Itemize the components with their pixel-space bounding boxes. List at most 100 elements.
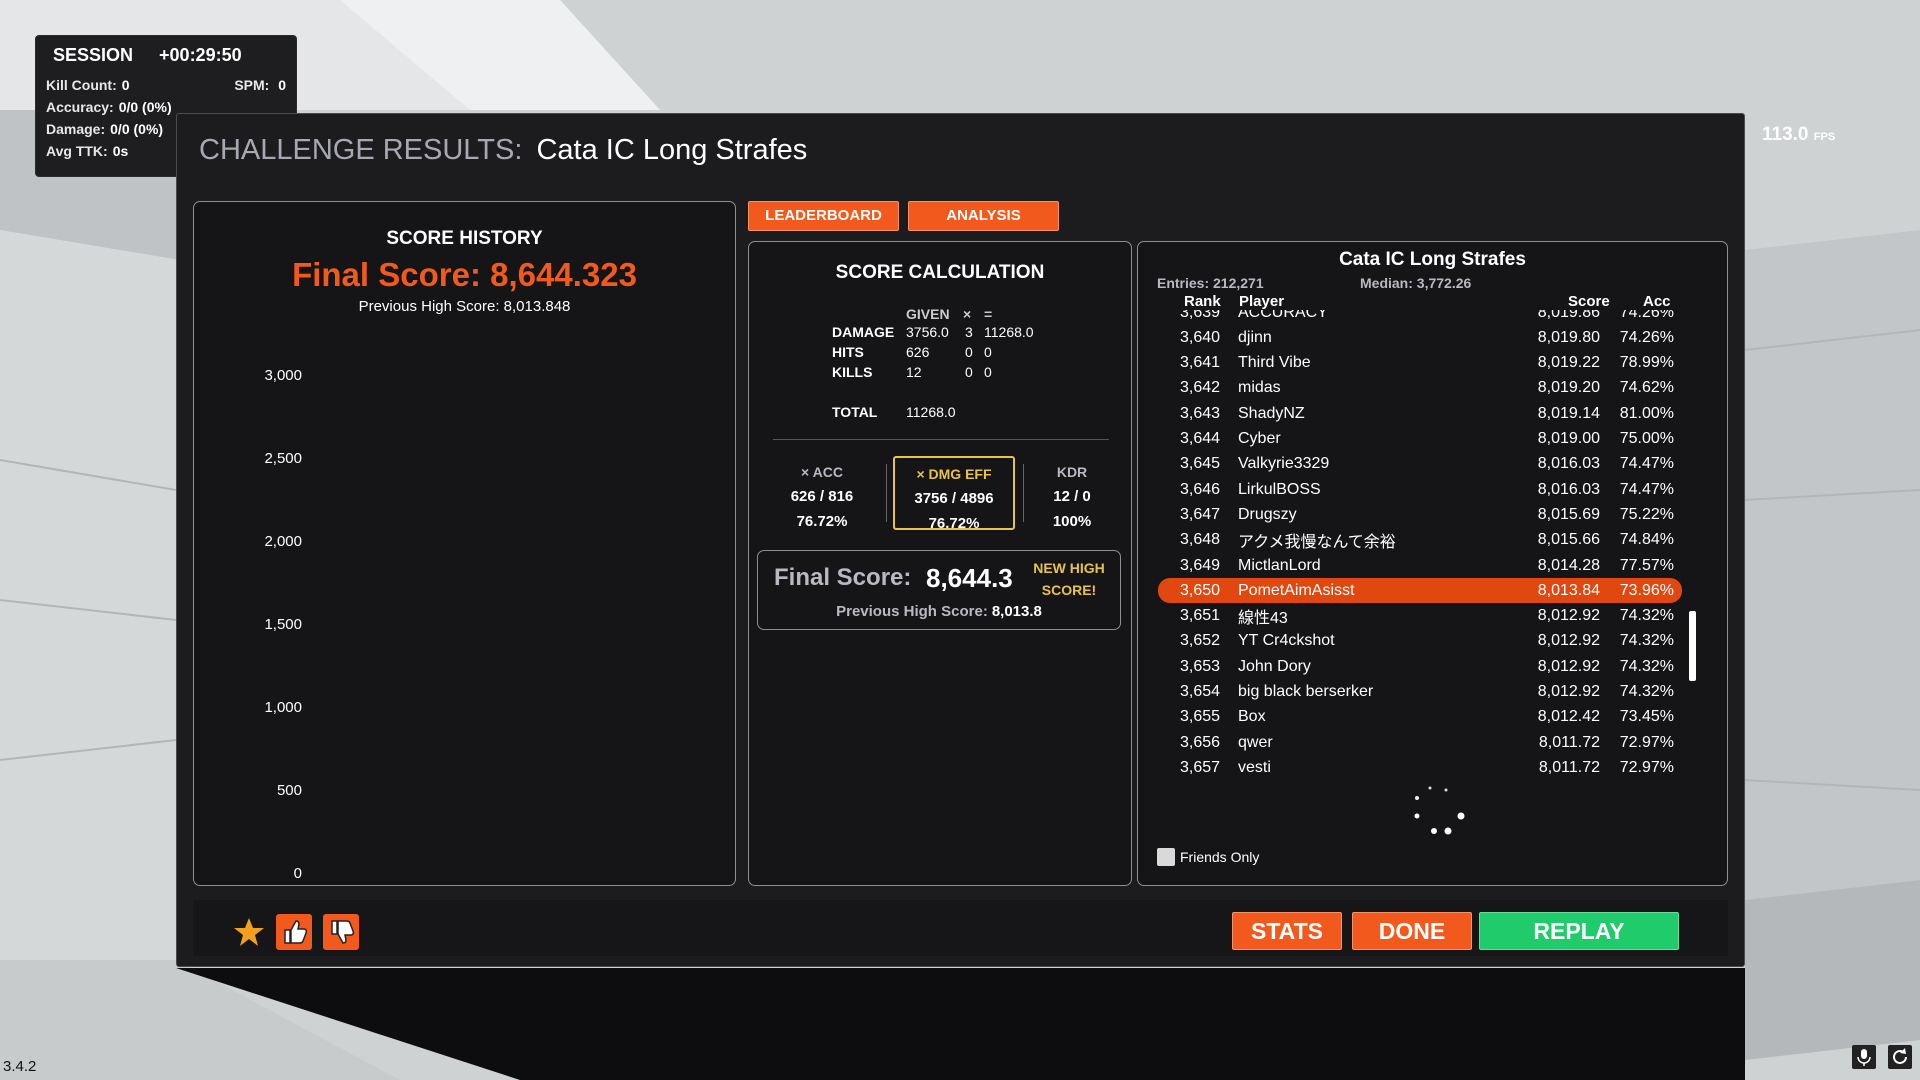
previous-high-score: Previous High Score: 8,013.8 [758,603,1120,620]
leaderboard-row[interactable]: 3,644 Cyber 8,019.00 75.00% [1158,427,1682,452]
history-previous-high: Previous High Score: 8,013.848 [358,298,571,315]
leaderboard-row[interactable]: 3,657 vesti 8,011.72 72.97% [1158,755,1682,775]
kdr-percent: 100% [1052,513,1092,530]
kdr-label: KDR [1056,464,1088,480]
player-cell: 線性43 [1238,610,1288,628]
leaderboard-row-current-player[interactable]: 3,650 PometAimAsisst 8,013.84 73.96% [1158,578,1682,604]
result-header: = [984,306,993,322]
y-tick-label: 3,000 [264,367,302,384]
score-calculation-title: SCORE CALCULATION [835,262,1045,283]
favorite-star-icon[interactable] [231,914,267,950]
friends-only-checkbox[interactable] [1157,848,1175,866]
score-cell: 8,012.42 [1537,708,1600,726]
acc-cell: 72.97% [1619,733,1674,751]
divider [773,439,1109,440]
rank-cell: 3,653 [1180,657,1221,675]
acc-cell: 74.26% [1619,310,1674,321]
kills-multiplier: 0 [965,364,973,380]
leaderboard-row[interactable]: 3,652 YT Cr4ckshot 8,012.92 74.32% [1158,629,1682,654]
thumbs-up-icon[interactable] [276,914,312,950]
rank-cell: 3,656 [1180,733,1221,751]
hits-multiplier: 0 [965,344,973,360]
stats-button[interactable]: STATS [1232,912,1342,950]
rank-cell: 3,648 [1180,531,1221,549]
acc-cell: 74.32% [1619,657,1674,675]
player-cell: YT Cr4ckshot [1238,632,1335,650]
leaderboard-row[interactable]: 3,653 John Dory 8,012.92 74.32% [1158,654,1682,679]
leaderboard-row[interactable]: 3,640 djinn 8,019.80 74.26% [1158,325,1682,350]
leaderboard-row[interactable]: 3,648 アクメ我慢なんて余裕 8,015.66 74.84% [1158,528,1682,553]
rank-cell: 3,641 [1180,354,1221,372]
friends-only-label: Friends Only [1180,849,1260,865]
acc-cell: 74.32% [1619,632,1674,650]
score-cell: 8,013.84 [1537,581,1600,599]
leaderboard-row[interactable]: 3,647 Drugszy 8,015.69 75.22% [1158,502,1682,527]
score-calculation-box: SCORE CALCULATION GIVEN × = DAMAGE 3756.… [748,241,1132,886]
leaderboard-row[interactable]: 3,639 ACCURACY 8,019.86 74.26% [1158,310,1682,325]
leaderboard-row[interactable]: 3,643 ShadyNZ 8,019.14 81.00% [1158,401,1682,426]
leaderboard-scrollbar[interactable] [1689,611,1696,681]
col-acc[interactable]: Acc [1643,293,1671,310]
score-cell: 8,014.28 [1537,556,1600,574]
col-score[interactable]: Score [1568,293,1610,310]
median-score: Median: 3,772.26 [1360,275,1472,291]
damage-result: 11268.0 [984,324,1034,340]
player-cell: Drugszy [1238,505,1297,523]
score-history-title: SCORE HISTORY [386,228,543,249]
damage-label: Damage: [46,121,106,137]
acc-cell: 73.96% [1619,581,1674,599]
acc-cell: 77.57% [1619,556,1674,574]
rank-cell: 3,640 [1180,328,1221,346]
col-rank[interactable]: Rank [1184,293,1221,310]
previous-high-label: Previous High Score: [836,603,988,620]
leaderboard-row[interactable]: 3,645 Valkyrie3329 8,016.03 74.47% [1158,452,1682,477]
accuracy-multiplier-box: × ACC 626 / 816 76.72% [761,456,883,530]
leaderboard-row[interactable]: 3,655 Box 8,012.42 73.45% [1158,705,1682,730]
player-cell: qwer [1238,733,1273,751]
leaderboard-row[interactable]: 3,654 big black berserker 8,012.92 74.32% [1158,680,1682,705]
tab-analysis[interactable]: ANALYSIS [908,201,1059,231]
dmg-eff-percent: 76.72% [928,515,980,532]
challenge-results-panel: CHALLENGE RESULTS: Cata IC Long Strafes … [176,113,1745,967]
col-player[interactable]: Player [1239,293,1284,310]
acc-cell: 74.32% [1619,683,1674,700]
damage-efficiency-box: × DMG EFF 3756 / 4896 76.72% [893,456,1015,532]
player-cell: アクメ我慢なんて余裕 [1238,534,1396,552]
y-tick-label: 1,500 [264,616,302,633]
score-cell: 8,011.72 [1538,733,1600,751]
friends-only-toggle[interactable]: Friends Only [1157,848,1259,866]
leaderboard-row[interactable]: 3,651 線性43 8,012.92 74.32% [1158,604,1682,629]
spm-value: 0 [278,77,286,93]
refresh-icon[interactable] [1888,1045,1912,1069]
score-cell: 8,019.86 [1537,310,1600,321]
version-label: 3.4.2 [3,1058,37,1075]
acc-cell: 72.97% [1619,758,1674,775]
microphone-icon[interactable] [1852,1045,1876,1069]
fps-counter: 113.0 FPS [1762,124,1835,146]
leaderboard-row[interactable]: 3,646 LirkulBOSS 8,016.03 74.47% [1158,477,1682,502]
damage-multiplier: 3 [965,324,973,340]
score-cell: 8,012.92 [1537,632,1600,650]
acc-cell: 73.45% [1619,708,1674,726]
bottom-action-bar: STATS DONE REPLAY [193,900,1728,956]
leaderboard-row[interactable]: 3,649 MictlanLord 8,014.28 77.57% [1158,553,1682,578]
y-tick-label: 1,000 [264,699,302,716]
done-button[interactable]: DONE [1352,912,1472,950]
panel-title: CHALLENGE RESULTS: Cata IC Long Strafes [199,134,807,167]
thumbs-down-icon[interactable] [323,914,359,950]
leaderboard-row[interactable]: 3,656 qwer 8,011.72 72.97% [1158,730,1682,755]
leaderboard-row[interactable]: 3,641 Third Vibe 8,019.22 78.99% [1158,351,1682,376]
player-cell: John Dory [1238,657,1311,675]
tab-leaderboard[interactable]: LEADERBOARD [748,201,899,231]
new-high-score-badge: NEW HIGH SCORE! [1026,557,1112,601]
leaderboard-list[interactable]: 3,639 ACCURACY 8,019.86 74.26% 3,640 djinn 8,0… [1158,310,1682,775]
player-cell: LirkulBOSS [1238,480,1321,498]
replay-button[interactable]: REPLAY [1479,912,1679,950]
player-cell: big black berserker [1238,683,1374,700]
player-cell: Cyber [1238,430,1281,447]
leaderboard-row[interactable]: 3,642 midas 8,019.20 74.62% [1158,376,1682,401]
acc-cell: 74.47% [1619,480,1674,498]
player-cell: ShadyNZ [1238,404,1305,422]
acc-cell: 74.32% [1619,607,1674,625]
hits-row-label: HITS [832,344,864,360]
